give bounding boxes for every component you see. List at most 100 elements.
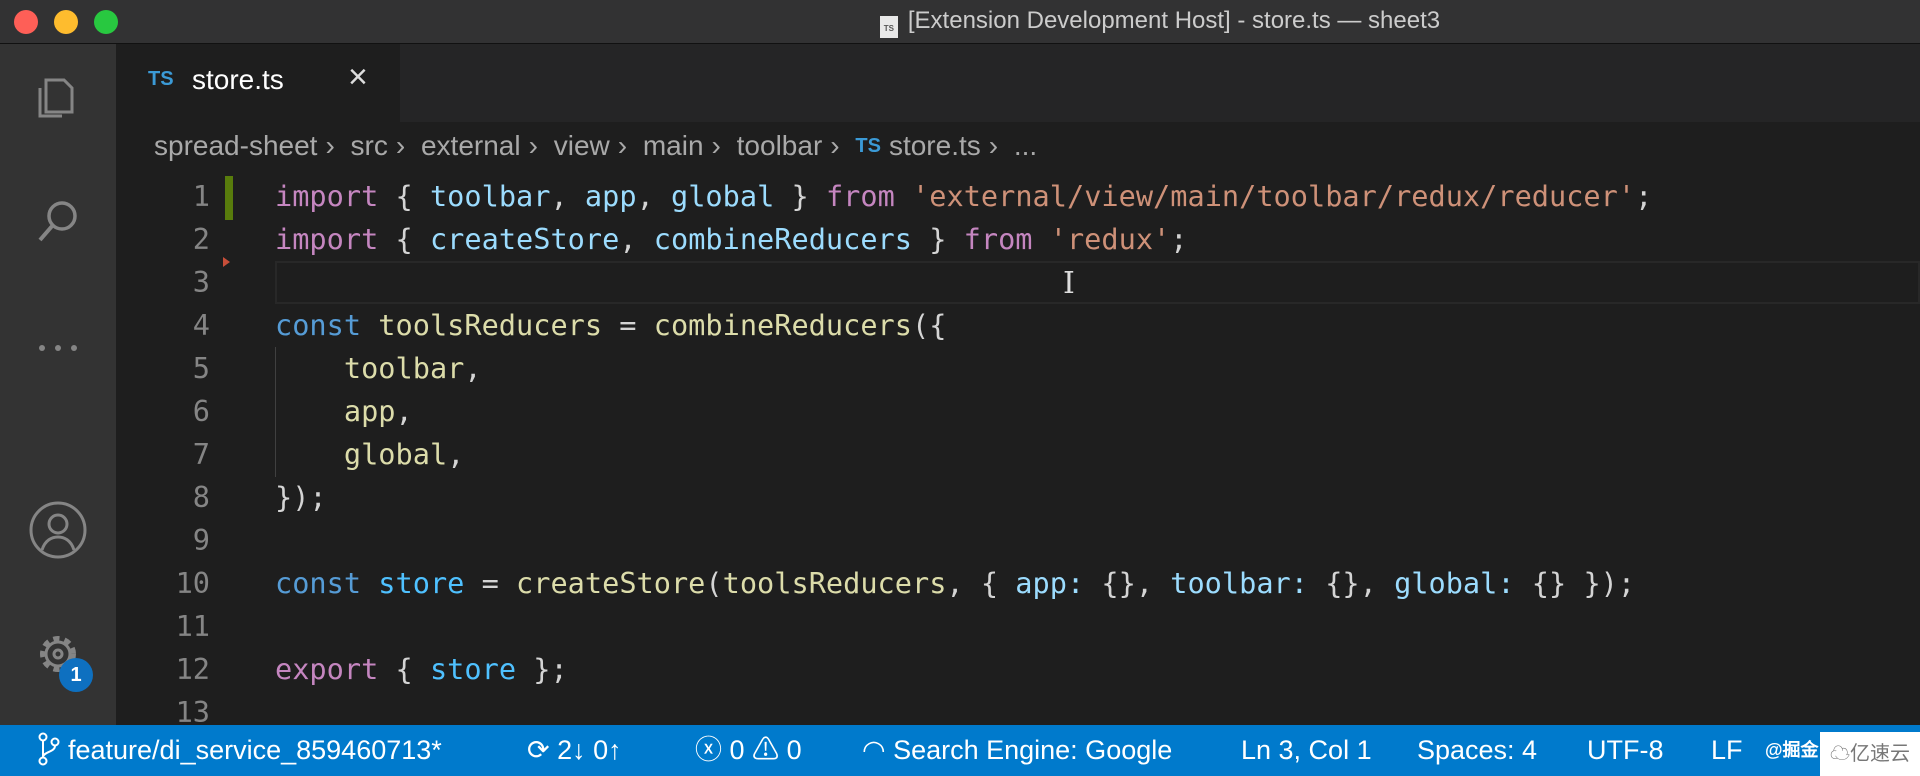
line-number: 8 <box>192 480 210 514</box>
breadcrumb-item[interactable]: view <box>554 130 610 161</box>
tab-store-ts[interactable]: TS store.ts × <box>116 44 400 122</box>
code-line[interactable]: 9 <box>116 519 1920 562</box>
code-token: } <box>912 222 964 256</box>
code-token: global: <box>1394 566 1515 600</box>
branch-status[interactable]: feature/di_service_859460713* <box>38 725 442 776</box>
line-number: 12 <box>175 652 210 686</box>
text-cursor-icon: I <box>1063 266 1075 301</box>
line-number: 1 <box>192 179 210 213</box>
breadcrumb-item[interactable]: main <box>643 130 704 161</box>
code-token: global <box>343 437 448 471</box>
tab-label: store.ts <box>192 64 284 95</box>
code-token: ; <box>1635 179 1653 213</box>
search-engine-label: Search Engine: Google <box>893 735 1173 765</box>
code-token: ; <box>1170 222 1188 256</box>
code-text: const store = createStore(toolsReducers,… <box>275 562 1635 605</box>
breadcrumb-item[interactable]: toolbar <box>737 130 823 161</box>
line-number: 6 <box>192 394 210 428</box>
code-text: global, <box>275 433 465 476</box>
git-deleted-indicator <box>223 257 230 267</box>
line-number: 5 <box>192 351 210 385</box>
code-token: {} }); <box>1514 566 1636 600</box>
code-token: toolbar <box>429 179 551 213</box>
code-token: = <box>602 308 654 342</box>
code-token: , { <box>946 566 1016 600</box>
sync-status[interactable]: ⟳ 2↓ 0↑ <box>527 725 622 776</box>
status-bar: feature/di_service_859460713* ⟳ 2↓ 0↑ ⓧ … <box>0 725 1920 776</box>
line-number: 11 <box>175 609 210 643</box>
code-text: app, <box>275 390 413 433</box>
breadcrumb-more[interactable]: ... <box>1014 130 1037 161</box>
code-line[interactable]: 11 <box>116 605 1920 648</box>
error-icon: ⓧ <box>695 735 730 765</box>
search-icon[interactable] <box>28 192 88 252</box>
code-token: , <box>447 437 465 471</box>
code-text: toolbar, <box>275 347 482 390</box>
code-token: ({ <box>911 308 947 342</box>
code-token: export <box>275 652 379 686</box>
line-number: 9 <box>192 523 210 557</box>
problems-status[interactable]: ⓧ 0 ⚠ 0 <box>695 725 802 776</box>
breadcrumb-file[interactable]: store.ts <box>889 130 981 161</box>
indentation[interactable]: Spaces: 4 <box>1417 725 1537 776</box>
activity-bar: 1 <box>0 44 116 725</box>
code-token: import <box>275 222 379 256</box>
chevron-right-icon: › <box>617 130 628 161</box>
typescript-icon: TS <box>855 135 881 157</box>
chevron-right-icon: › <box>711 130 721 161</box>
code-token: from <box>963 222 1033 256</box>
line-number: 2 <box>192 222 210 256</box>
end-of-line[interactable]: LF <box>1711 725 1743 776</box>
code-token: global <box>671 179 775 213</box>
breadcrumb-item[interactable]: spread-sheet <box>154 130 317 161</box>
code-line[interactable]: 5 toolbar, <box>116 347 1920 390</box>
code-token: app <box>343 394 396 428</box>
code-token: {}, <box>1307 566 1395 600</box>
code-line[interactable]: 6 app, <box>116 390 1920 433</box>
code-token: app <box>584 179 637 213</box>
more-icon[interactable] <box>28 318 88 378</box>
breadcrumb-item[interactable]: src <box>351 130 388 161</box>
code-line[interactable]: 10 const store = createStore(toolsReducer… <box>116 562 1920 605</box>
encoding[interactable]: UTF-8 <box>1587 725 1664 776</box>
code-line[interactable]: 7 global, <box>116 433 1920 476</box>
search-engine-status[interactable]: ◠ Search Engine: Google <box>862 725 1172 776</box>
code-line[interactable]: 3 <box>116 261 1920 304</box>
error-count: 0 <box>729 735 745 765</box>
code-token: import <box>275 179 379 213</box>
code-token: toolsReducers <box>722 566 947 600</box>
indent-guide <box>275 347 276 477</box>
code-editor[interactable]: 1 import { toolbar, app, global } from 'e… <box>116 175 1920 725</box>
code-line[interactable]: 8}); <box>116 476 1920 519</box>
code-line[interactable]: 12 export { store }; <box>116 648 1920 691</box>
code-token: { <box>378 652 430 686</box>
git-branch-icon <box>38 732 60 766</box>
chevron-right-icon: › <box>395 130 406 161</box>
code-token: store <box>378 566 465 600</box>
code-token: = <box>464 566 517 600</box>
code-token: toolbar: <box>1170 566 1308 600</box>
cloud-logo-icon: ☁ <box>1830 743 1850 765</box>
file-icon: TS <box>879 16 898 38</box>
cursor-position[interactable]: Ln 3, Col 1 <box>1241 725 1372 776</box>
code-line[interactable]: 13 <box>116 691 1920 725</box>
code-line[interactable]: 1 import { toolbar, app, global } from 'e… <box>116 175 1920 218</box>
code-line[interactable]: 4 const toolsReducers = combineReducers({ <box>116 304 1920 347</box>
current-line-highlight <box>275 261 1920 304</box>
code-token: }; <box>516 652 568 686</box>
account-icon[interactable] <box>28 500 88 560</box>
line-number: 3 <box>192 265 210 299</box>
explorer-icon[interactable] <box>28 66 88 126</box>
close-tab-button[interactable]: × <box>348 58 368 97</box>
code-token: , <box>550 179 585 213</box>
chevron-right-icon: › <box>988 130 999 161</box>
code-token: combineReducers <box>653 222 912 256</box>
code-line[interactable]: 2 import { createStore, combineReducers }… <box>116 218 1920 261</box>
breadcrumb-item[interactable]: external <box>421 130 521 161</box>
code-token: toolsReducers <box>378 308 603 342</box>
